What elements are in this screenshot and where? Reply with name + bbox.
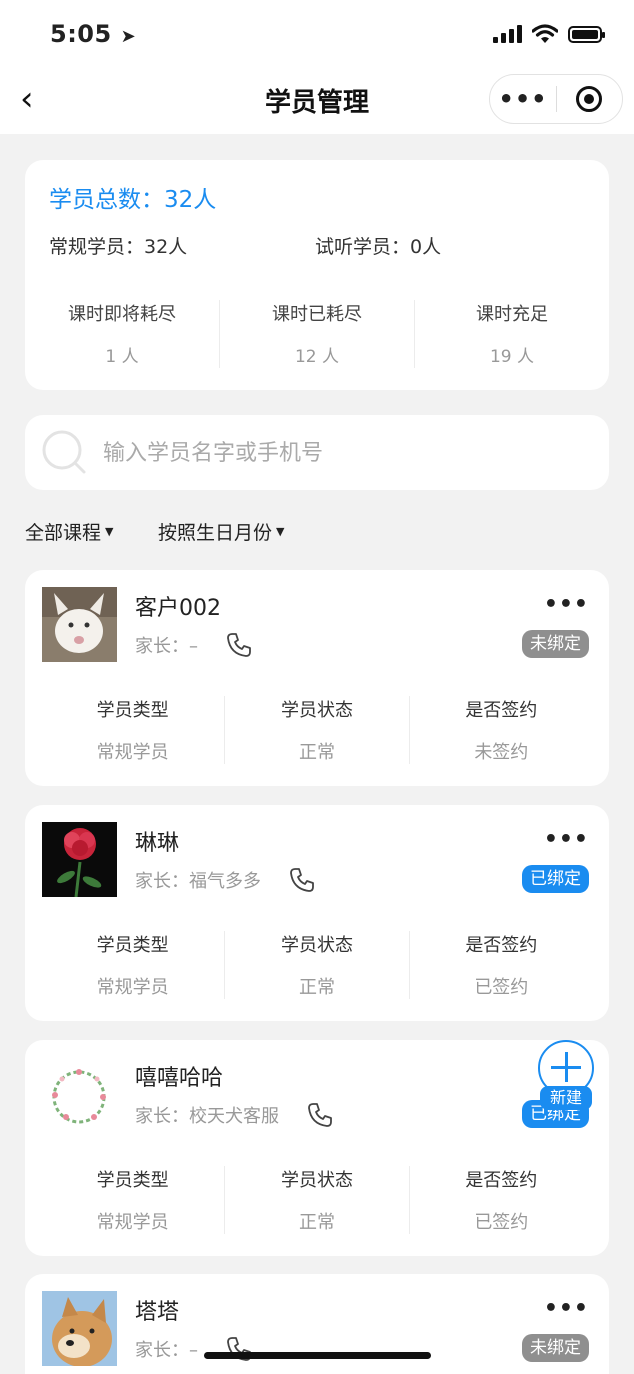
more-actions-icon[interactable]: •••	[544, 829, 589, 851]
student-name: 琳琳	[135, 831, 180, 856]
student-stats: 学员类型常规学员 学员状态正常 是否签约已签约	[41, 1166, 593, 1234]
stat-status: 学员状态 正常	[224, 931, 408, 999]
hours-running-out[interactable]: 课时即将耗尽 1 人	[25, 300, 219, 368]
avatar	[42, 587, 117, 662]
stat-status: 学员状态 正常	[224, 696, 408, 764]
stat-type: 学员类型 常规学员	[41, 696, 224, 764]
stat-label: 是否签约	[465, 700, 538, 721]
status-icons	[493, 24, 605, 44]
stat-value: 已签约	[474, 977, 529, 998]
status-time: 5:05 ➤	[50, 20, 137, 48]
summary-card: 学员总数：32人 常规学员：32人 试听学员：0人 课时即将耗尽 1 人 课时已…	[25, 160, 609, 390]
avatar	[42, 822, 117, 897]
stat-type: 学员类型 常规学员	[41, 931, 224, 999]
regular-students: 常规学员：32人	[49, 236, 188, 258]
stat-contract: 是否签约 未签约	[408, 696, 593, 764]
stat-label: 学员状态	[280, 1170, 353, 1191]
birthday-filter-label: 按照生日月份	[158, 522, 273, 544]
home-indicator	[204, 1352, 431, 1359]
course-filter[interactable]: 全部课程 ▼	[25, 518, 113, 545]
stat-value: 正常	[298, 1212, 335, 1233]
stat-label: 是否签约	[465, 935, 538, 956]
stat-value: 正常	[298, 742, 335, 763]
stat-contract: 是否签约 已签约	[408, 1166, 593, 1234]
dropdown-arrow-icon: ▼	[276, 525, 285, 538]
top-bar: 5:05 ➤ ‹ 学员管理 •••	[0, 0, 634, 134]
stat-label: 是否签约	[465, 1170, 538, 1191]
stat-type: 学员类型 常规学员	[41, 1166, 224, 1234]
stat-label: 学员类型	[96, 700, 169, 721]
stat-label: 课时即将耗尽	[68, 304, 176, 325]
student-card[interactable]: 塔塔 家长：– ••• 未绑定	[25, 1274, 609, 1374]
dropdown-arrow-icon: ▼	[105, 525, 114, 538]
stat-label: 学员状态	[280, 935, 353, 956]
stat-label: 学员类型	[96, 1170, 169, 1191]
plus-icon-vertical	[565, 1052, 568, 1082]
stat-label: 课时已耗尽	[272, 304, 362, 325]
stat-value: 12 人	[294, 347, 340, 367]
binding-badge: 未绑定	[522, 1334, 589, 1362]
stat-value: 常规学员	[96, 1212, 169, 1233]
signal-icon	[493, 25, 522, 43]
phone-icon[interactable]	[307, 1102, 333, 1128]
search-icon	[42, 430, 86, 474]
stat-value: 1 人	[105, 347, 139, 367]
parent-name: 家长：福气多多	[135, 871, 261, 892]
parent-info: 家长：福气多多	[135, 867, 315, 893]
student-name: 嘻嘻哈哈	[135, 1066, 224, 1091]
parent-info: 家长：–	[135, 632, 252, 658]
student-name: 塔塔	[135, 1300, 180, 1325]
course-filter-label: 全部课程	[25, 522, 102, 544]
phone-icon[interactable]	[289, 867, 315, 893]
stat-contract: 是否签约 已签约	[408, 931, 593, 999]
wifi-icon	[532, 24, 558, 43]
student-card[interactable]: 嘻嘻哈哈 家长：校天犬客服 已绑定 学员类型 常规学员 学员状态 正常 是否签约 已签…	[25, 1040, 609, 1256]
mini-program-capsule: •••	[489, 74, 623, 124]
birthday-filter[interactable]: 按照生日月份 ▼	[158, 518, 284, 545]
more-actions-icon[interactable]: •••	[544, 1298, 589, 1320]
stat-label: 学员状态	[280, 700, 353, 721]
trial-students: 试听学员：0人	[315, 236, 442, 258]
parent-name: 家长：–	[135, 636, 198, 657]
stat-status: 学员状态 正常	[224, 1166, 408, 1234]
hours-exhausted[interactable]: 课时已耗尽 12 人	[219, 300, 414, 368]
student-card[interactable]: 琳琳 家长：福气多多 ••• 已绑定 学员类型常规学员 学员状态正常 是否签约已…	[25, 805, 609, 1021]
phone-icon[interactable]	[226, 632, 252, 658]
more-actions-icon[interactable]: •••	[544, 594, 589, 616]
stat-value: 19 人	[489, 347, 535, 367]
avatar	[42, 1057, 117, 1132]
search-input[interactable]	[103, 435, 583, 471]
binding-badge: 未绑定	[522, 630, 589, 658]
stat-value: 常规学员	[96, 742, 169, 763]
stat-label: 课时充足	[476, 304, 548, 325]
parent-info: 家长：校天犬客服	[135, 1102, 333, 1128]
parent-name: 家长：校天犬客服	[135, 1106, 279, 1127]
student-stats: 学员类型常规学员 学员状态正常 是否签约已签约	[41, 931, 593, 999]
total-students: 学员总数：32人	[49, 187, 217, 213]
stat-label: 学员类型	[96, 935, 169, 956]
search-bar	[25, 415, 609, 490]
battery-icon	[568, 25, 605, 43]
target-icon	[576, 86, 603, 112]
hours-sufficient[interactable]: 课时充足 19 人	[414, 300, 609, 368]
avatar	[42, 1291, 117, 1366]
class-hours-stats: 课时即将耗尽 1 人 课时已耗尽 12 人 课时充足 19 人	[25, 300, 609, 368]
student-name: 客户002	[135, 596, 221, 621]
more-menu-icon[interactable]: •••	[490, 87, 556, 111]
stat-value: 未签约	[474, 742, 529, 763]
binding-badge: 已绑定	[522, 865, 589, 893]
parent-name: 家长：–	[135, 1340, 198, 1361]
student-stats: 学员类型常规学员 学员状态正常 是否签约未签约	[41, 696, 593, 764]
fab-label: 新建	[540, 1086, 592, 1110]
stat-value: 常规学员	[96, 977, 169, 998]
stat-value: 已签约	[474, 1212, 529, 1233]
new-student-button[interactable]: 新建	[538, 1040, 594, 1112]
student-card[interactable]: 客户002 家长：– ••• 未绑定 学员类型常规学员 学员状态正常 是否签约未…	[25, 570, 609, 786]
stat-value: 正常	[298, 977, 335, 998]
close-miniprogram-button[interactable]	[557, 86, 622, 112]
